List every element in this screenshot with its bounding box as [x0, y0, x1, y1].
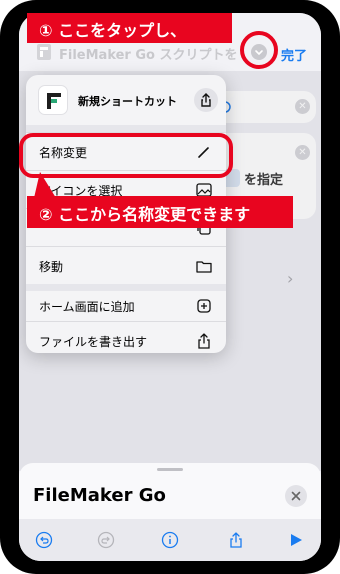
sheet-grabber[interactable]: [157, 468, 183, 471]
menu-item-move[interactable]: 移動: [26, 246, 226, 284]
annotation-step2: ② ここから名称変更できます: [27, 196, 293, 228]
editor-toolbar: [19, 519, 321, 561]
menu-separator: [26, 125, 226, 132]
close-sheet-button[interactable]: [285, 485, 307, 507]
redo-icon[interactable]: [97, 531, 115, 549]
menu-item-label: ファイルを書き出す: [39, 335, 148, 349]
share-icon[interactable]: [227, 531, 245, 549]
share-icon: [201, 93, 211, 107]
plus-square-icon: [197, 299, 211, 313]
screen: FileMaker Go スクリプトを 完了 ✕ ✕ を指定 › 新規ショートカ…: [19, 13, 321, 561]
filemaker-logo-icon: [47, 93, 61, 109]
share-icon: [198, 333, 210, 349]
menu-item-export-file[interactable]: ファイルを書き出す: [26, 321, 226, 353]
done-button[interactable]: 完了: [281, 45, 307, 64]
close-icon: [291, 491, 301, 501]
menu-item-label: 移動: [39, 260, 64, 274]
menu-header: 新規ショートカット: [26, 75, 226, 125]
annotation-circle-chevron: [240, 31, 278, 69]
shortcut-logo: [38, 85, 68, 115]
info-icon[interactable]: [161, 531, 179, 549]
bottom-sheet: FileMaker Go: [19, 463, 321, 561]
shortcut-name: 新規ショートカット: [78, 95, 177, 108]
folder-icon: [196, 261, 212, 273]
share-button[interactable]: [194, 88, 218, 112]
menu-item-label: ホーム画面に追加: [39, 300, 135, 314]
annotation-step1: ① ここをタップし、: [27, 13, 232, 43]
undo-icon[interactable]: [35, 531, 53, 549]
shortcut-title: FileMaker Go スクリプトを: [59, 48, 238, 63]
annotation-arrow: [34, 172, 56, 198]
phone-frame: FileMaker Go スクリプトを 完了 ✕ ✕ を指定 › 新規ショートカ…: [0, 0, 340, 574]
sheet-title: FileMaker Go: [33, 485, 166, 506]
filemaker-app-icon: [37, 44, 51, 60]
menu-item-add-to-home[interactable]: ホーム画面に追加: [26, 287, 226, 325]
play-icon[interactable]: [287, 531, 305, 549]
annotation-step1-text: ① ここをタップし、: [39, 21, 187, 40]
annotation-step2-text: ② ここから名称変更できます: [39, 205, 251, 224]
